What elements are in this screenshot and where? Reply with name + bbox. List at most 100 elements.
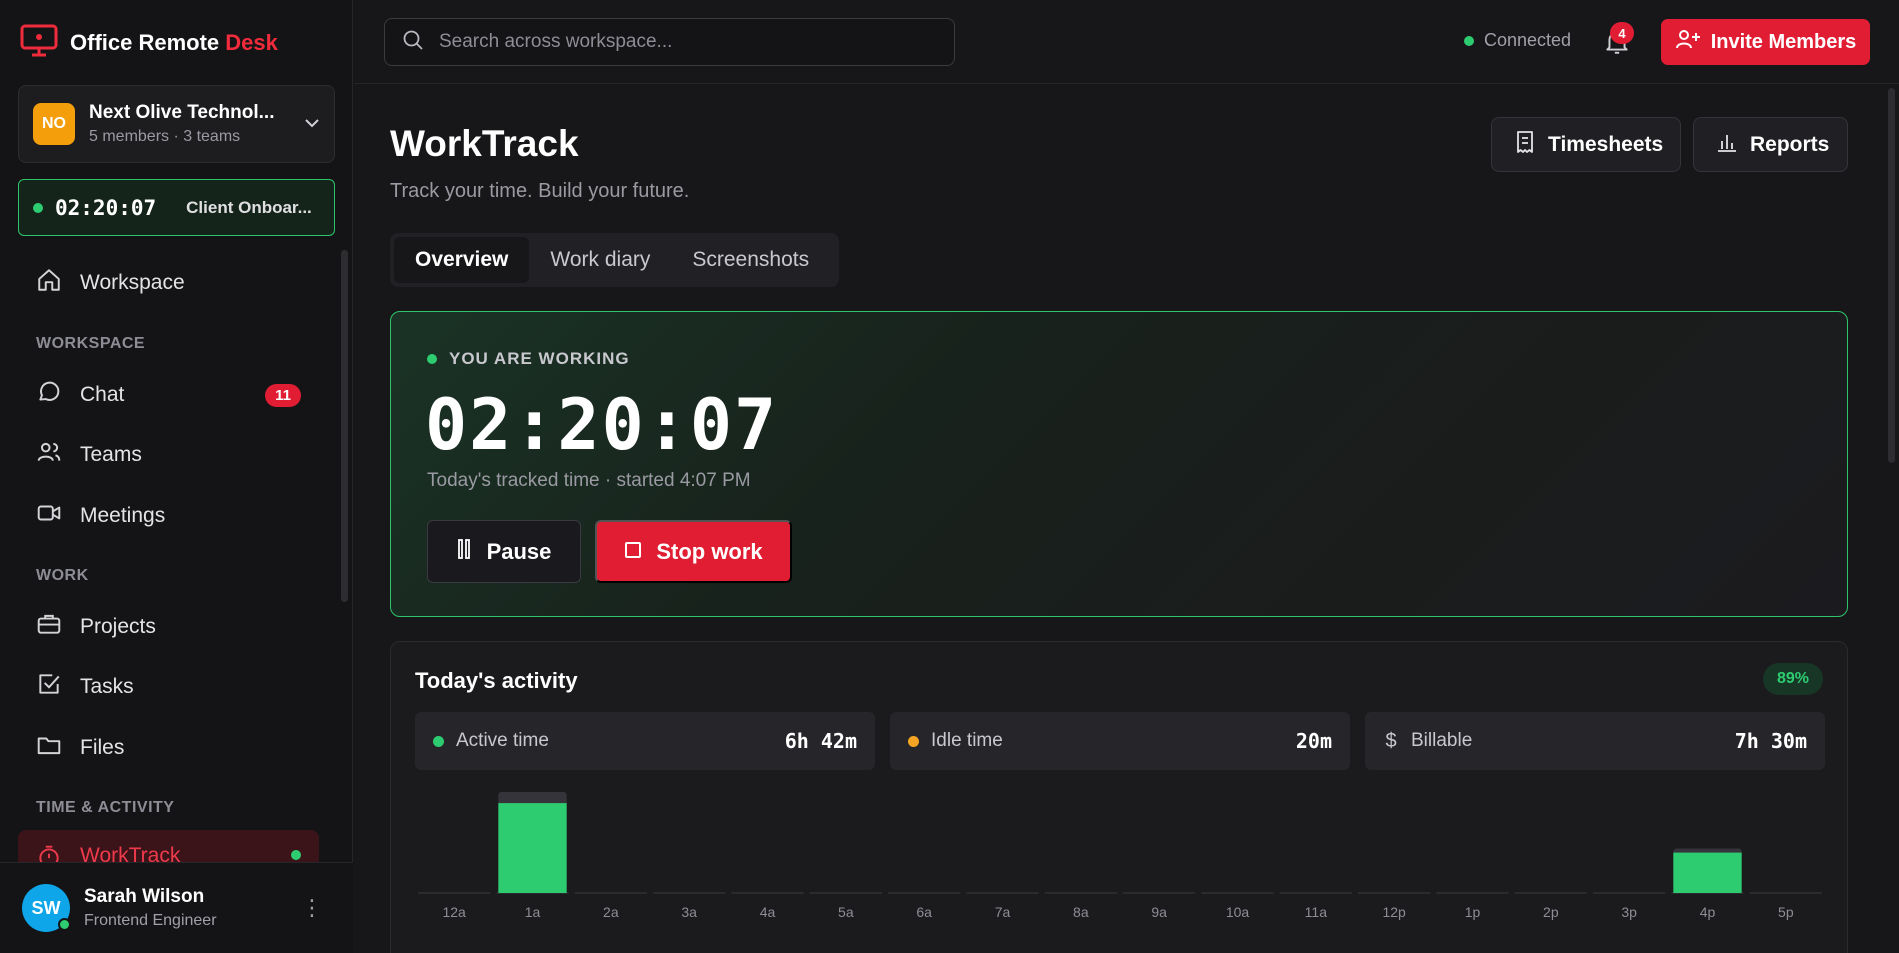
bar-active <box>1673 852 1742 893</box>
x-tick-label: 11a <box>1305 904 1328 920</box>
avatar: SW <box>22 884 71 932</box>
sidebar-item-workspace[interactable]: Workspace <box>18 259 319 307</box>
sidebar-item-tasks[interactable]: Tasks <box>18 663 319 711</box>
stop-icon <box>624 539 642 565</box>
search-input[interactable] <box>439 31 939 53</box>
stat-value: 20m <box>1295 729 1332 753</box>
tab-bar: Overview Work diary Screenshots <box>390 233 839 287</box>
sidebar-item-worktrack[interactable]: WorkTrack <box>18 830 319 862</box>
section-work: WORK <box>36 567 89 584</box>
connected-dot-icon <box>1464 35 1474 46</box>
tracked-time-display: 02:20:07 <box>425 384 779 466</box>
stat-active-time: Active time 6h 42m <box>415 712 875 770</box>
stat-billable: $ Billable 7h 30m <box>1365 712 1825 770</box>
stat-label: Idle time <box>931 730 1003 751</box>
sidebar-item-chat[interactable]: Chat 11 <box>18 371 319 419</box>
page-subtitle: Track your time. Build your future. <box>390 180 690 202</box>
brand[interactable]: Office Remote Desk <box>20 24 278 62</box>
chart-baseline <box>1514 892 1587 894</box>
active-dot-icon <box>433 735 444 747</box>
x-tick-label: 7a <box>995 904 1011 920</box>
stat-label: Billable <box>1411 730 1473 751</box>
connection-label: Connected <box>1484 30 1572 50</box>
chart-baseline <box>1201 892 1274 894</box>
online-status-dot <box>58 918 71 931</box>
pause-button[interactable]: Pause <box>427 520 581 583</box>
connection-status: Connected <box>1464 30 1571 51</box>
more-vertical-icon[interactable]: ⋮ <box>301 895 323 921</box>
search-icon <box>401 28 425 57</box>
chart-baseline <box>574 892 647 894</box>
working-status-label: YOU ARE WORKING <box>427 349 630 369</box>
working-dot-icon <box>427 354 437 364</box>
timer-pill-time: 02:20:07 <box>55 195 157 220</box>
x-tick-label: 5a <box>838 904 854 920</box>
tab-overview[interactable]: Overview <box>394 237 530 283</box>
timer-pill-task: Client Onboar... <box>186 197 312 217</box>
section-workspace: WORKSPACE <box>36 335 146 352</box>
sidebar-item-teams[interactable]: Teams <box>18 431 319 479</box>
monitor-icon <box>20 24 58 63</box>
sidebar-item-label: Meetings <box>80 504 166 527</box>
x-tick-label: 12p <box>1382 904 1406 920</box>
org-avatar: NO <box>33 103 75 145</box>
org-switcher[interactable]: NO Next Olive Technol... 5 members · 3 t… <box>18 85 335 163</box>
activity-card: Today's activity 89% Active time 6h 42m … <box>390 641 1848 953</box>
x-tick-label: 1a <box>525 904 541 920</box>
chart-baseline <box>1593 892 1666 894</box>
stat-idle-time: Idle time 20m <box>890 712 1350 770</box>
sidebar-item-label: Teams <box>80 443 142 466</box>
users-icon <box>36 439 62 471</box>
brand-name: Office Remote Desk <box>70 30 278 55</box>
stat-value: 7h 30m <box>1734 729 1807 753</box>
topbar: Connected 4 Invite Members <box>354 0 1899 84</box>
org-meta: 5 members · 3 teams <box>89 128 241 145</box>
stat-label: Active time <box>456 730 549 751</box>
x-tick-label: 4p <box>1700 904 1716 920</box>
reports-button[interactable]: Reports <box>1693 117 1848 172</box>
activity-title: Today's activity <box>415 668 578 693</box>
sidebar-item-label: Chat <box>80 383 125 406</box>
folder-icon <box>36 732 62 764</box>
main-scrollbar[interactable] <box>1888 88 1895 463</box>
tab-work-diary[interactable]: Work diary <box>529 237 671 283</box>
idle-dot-icon <box>908 735 919 747</box>
chart-baseline <box>1279 892 1352 894</box>
timesheets-button[interactable]: Timesheets <box>1491 117 1681 172</box>
sidebar-item-files[interactable]: Files <box>18 724 319 772</box>
stop-work-button[interactable]: Stop work <box>595 520 792 583</box>
chart-baseline <box>888 892 961 894</box>
pause-label: Pause <box>486 538 552 564</box>
user-profile-bar[interactable]: SW Sarah Wilson Frontend Engineer ⋮ <box>0 862 353 953</box>
dollar-icon: $ <box>1385 729 1397 752</box>
video-icon <box>36 500 62 532</box>
sidebar-item-label: WorkTrack <box>80 844 181 862</box>
chat-unread-badge: 11 <box>265 383 301 407</box>
sidebar-item-meetings[interactable]: Meetings <box>18 492 319 540</box>
chart-baseline <box>1123 892 1196 894</box>
x-tick-label: 9a <box>1151 904 1167 920</box>
home-icon <box>36 267 62 299</box>
timesheets-label: Timesheets <box>1548 132 1664 156</box>
receipt-icon <box>1514 130 1536 160</box>
sidebar-scrollbar[interactable] <box>341 250 348 602</box>
section-time-activity: TIME & ACTIVITY <box>36 799 175 816</box>
x-tick-label: 8a <box>1073 904 1089 920</box>
user-name: Sarah Wilson <box>84 886 205 907</box>
x-tick-label: 1p <box>1465 904 1481 920</box>
sidebar-item-projects[interactable]: Projects <box>18 603 319 651</box>
recording-dot-icon <box>33 202 43 213</box>
chevron-down-icon <box>304 115 320 133</box>
sidebar: Office Remote Desk NO Next Olive Technol… <box>0 0 353 953</box>
stat-value: 6h 42m <box>784 729 857 753</box>
search-box[interactable] <box>384 18 955 66</box>
chart-baseline <box>418 892 491 894</box>
tab-screenshots[interactable]: Screenshots <box>671 237 830 283</box>
user-plus-icon <box>1675 27 1701 57</box>
active-timer-pill[interactable]: 02:20:07 Client Onboar... <box>18 179 335 236</box>
invite-members-button[interactable]: Invite Members <box>1661 19 1870 65</box>
x-tick-label: 3a <box>681 904 697 920</box>
sidebar-item-label: Projects <box>80 615 156 638</box>
x-tick-label: 5p <box>1778 904 1794 920</box>
x-tick-label: 12a <box>442 904 466 920</box>
